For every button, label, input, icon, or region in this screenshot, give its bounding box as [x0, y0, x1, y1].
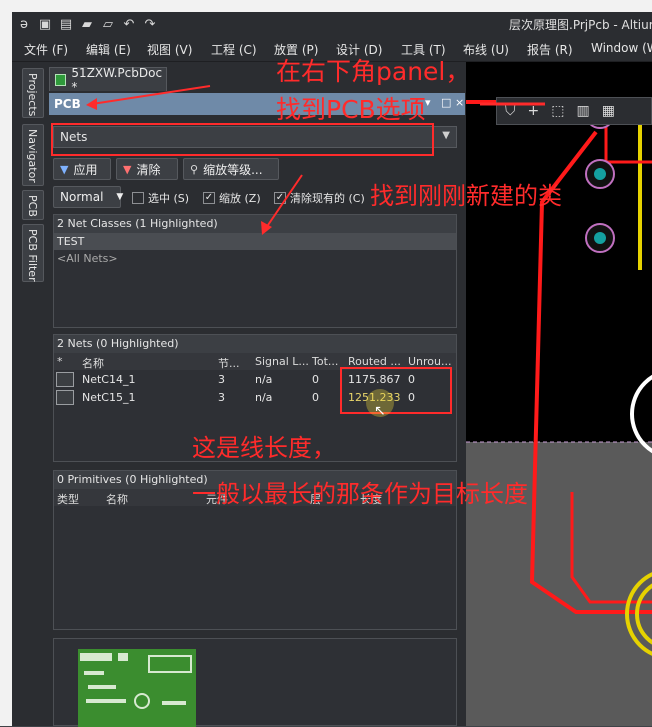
window-title: 层次原理图.PrjPcb - Altium	[509, 18, 652, 32]
title-bar: ə ▣ ▤ ▰ ▱ ↶ ↷ 层次原理图.PrjPcb - Altium	[12, 12, 652, 36]
board-thumbnail-detail	[162, 701, 186, 705]
side-tab-projects[interactable]: Projects	[22, 68, 44, 118]
canvas-toolbar: ⛉ + ⬚ ▥ ▦	[496, 97, 652, 125]
menu-view[interactable]: 视图 (V)	[147, 41, 192, 58]
nets-header: 2 Nets (0 Highlighted)	[54, 335, 456, 353]
col-unrouted[interactable]: Unrou...	[408, 355, 452, 368]
board-thumbnail-detail	[134, 693, 150, 709]
col-prim-name[interactable]: 名称	[106, 491, 128, 507]
quick-access-toolbar: ə ▣ ▤ ▰ ▱ ↶ ↷	[12, 17, 158, 32]
board-thumbnail-detail	[118, 653, 128, 661]
save-all-icon[interactable]: ▤	[58, 17, 74, 32]
window-frame-top	[0, 0, 652, 12]
clear-button[interactable]: ▼ 清除	[116, 158, 178, 180]
panel-float-icon[interactable]: □	[441, 96, 451, 109]
col-star[interactable]: *	[57, 355, 63, 368]
net-color-swatch[interactable]	[56, 390, 74, 405]
panel-mode-value: Nets	[60, 130, 88, 144]
checkbox-box: ✓	[203, 192, 215, 204]
net-color-swatch[interactable]	[56, 372, 74, 387]
redo-icon[interactable]: ↷	[142, 17, 158, 32]
pcb-doc-icon	[55, 73, 67, 86]
panel-close-icon[interactable]: ×	[455, 96, 464, 109]
pcb-panel: 51ZXW.PcbDoc * PCB ▾ □ × Nets ▼ ▼ 应用 ▼ 清…	[46, 62, 466, 727]
clear-existing-checkbox[interactable]: ✓ 清除现有的 (C)	[274, 190, 365, 206]
annotation-text-1: 在右下角panel，	[276, 57, 471, 86]
component-icon[interactable]: ▦	[602, 103, 615, 119]
select-checkbox[interactable]: 选中 (S)	[132, 190, 189, 206]
annotation-text-2: 找到PCB选项	[276, 95, 426, 124]
col-name[interactable]: 名称	[82, 355, 104, 371]
net-class-item[interactable]: TEST	[54, 233, 456, 250]
crosshair-icon[interactable]: +	[528, 103, 540, 119]
zoom-level-button[interactable]: ⚲ 缩放等级...	[183, 158, 279, 180]
checkbox-box	[132, 192, 144, 204]
document-tab[interactable]: 51ZXW.PcbDoc *	[49, 65, 167, 94]
annotation-text-3: 找到刚刚新建的类	[370, 182, 562, 210]
document-tab-label: 51ZXW.PcbDoc *	[71, 65, 163, 94]
pcb-canvas[interactable]	[466, 62, 652, 726]
filter-icon: ▼	[60, 162, 69, 176]
panel-menu-icon[interactable]: ▾	[425, 96, 431, 109]
clear-filter-icon: ▼	[123, 162, 132, 176]
zoom-checkbox[interactable]: ✓ 缩放 (Z)	[203, 190, 261, 206]
select-rect-icon[interactable]: ⬚	[551, 103, 564, 119]
menu-file[interactable]: 文件 (F)	[24, 41, 68, 58]
menu-reports[interactable]: 报告 (R)	[527, 41, 573, 58]
menu-edit[interactable]: 编辑 (E)	[86, 41, 131, 58]
col-nodes[interactable]: 节...	[218, 355, 240, 371]
board-preview[interactable]	[53, 638, 457, 727]
board-thumbnail	[78, 649, 196, 727]
col-type[interactable]: 类型	[57, 491, 79, 507]
chart-icon[interactable]: ▥	[576, 103, 589, 119]
board-thumbnail-detail	[86, 699, 126, 703]
side-tab-pcb[interactable]: PCB	[22, 190, 44, 220]
nets-column-header: * 名称 节... Signal L... Tot... Routed ... …	[54, 353, 456, 370]
apply-button[interactable]: ▼ 应用	[53, 158, 111, 180]
open-folder-icon[interactable]: ▰	[79, 17, 95, 32]
pcb-drawing	[466, 99, 652, 726]
table-row[interactable]: NetC15_1 3 n/a 0 1251.233 0	[54, 388, 456, 406]
annotation-text-5: 一般以最长的那条作为目标长度	[192, 480, 528, 508]
board-thumbnail-detail	[80, 653, 112, 661]
pad-hole	[594, 168, 606, 180]
net-class-item[interactable]: <All Nets>	[54, 250, 456, 267]
side-tab-navigator[interactable]: Navigator	[22, 124, 44, 186]
menu-project[interactable]: 工程 (C)	[211, 41, 257, 58]
col-signal-length[interactable]: Signal L...	[255, 355, 309, 368]
panel-title: PCB	[54, 97, 81, 111]
annotation-text-4: 这是线长度，	[192, 434, 336, 462]
view-mode-dropdown[interactable]: Normal ▼	[53, 186, 124, 208]
pad-hole	[594, 232, 606, 244]
net-classes-header: 2 Net Classes (1 Highlighted)	[54, 215, 456, 233]
col-total[interactable]: Tot...	[312, 355, 338, 368]
window-frame-left	[0, 12, 12, 726]
chevron-down-icon: ▼	[442, 130, 450, 141]
board-thumbnail-detail	[148, 655, 192, 673]
net-classes-section: 2 Net Classes (1 Highlighted) TEST <All …	[53, 214, 457, 328]
panel-mode-dropdown[interactable]: Nets ▼	[53, 126, 457, 148]
side-tab-pcb-filter[interactable]: PCB Filter	[22, 224, 44, 282]
side-panel-tabs: Projects Navigator PCB PCB Filter	[12, 62, 46, 726]
filter-icon[interactable]: ⛉	[505, 103, 516, 119]
checkbox-box: ✓	[274, 192, 286, 204]
table-row[interactable]: NetC14_1 3 n/a 0 1175.867 0	[54, 370, 456, 388]
chevron-down-icon: ▼	[116, 192, 124, 202]
save-icon[interactable]: ▣	[37, 17, 53, 32]
magnifier-icon: ⚲	[190, 162, 199, 176]
col-routed[interactable]: Routed ...	[348, 355, 401, 368]
board-thumbnail-detail	[84, 671, 104, 675]
board-thumbnail-detail	[88, 685, 116, 689]
undo-icon[interactable]: ↶	[121, 17, 137, 32]
menu-window[interactable]: Window (W	[591, 41, 652, 55]
open-project-icon[interactable]: ▱	[100, 17, 116, 32]
app-logo-icon: ə	[20, 16, 28, 32]
